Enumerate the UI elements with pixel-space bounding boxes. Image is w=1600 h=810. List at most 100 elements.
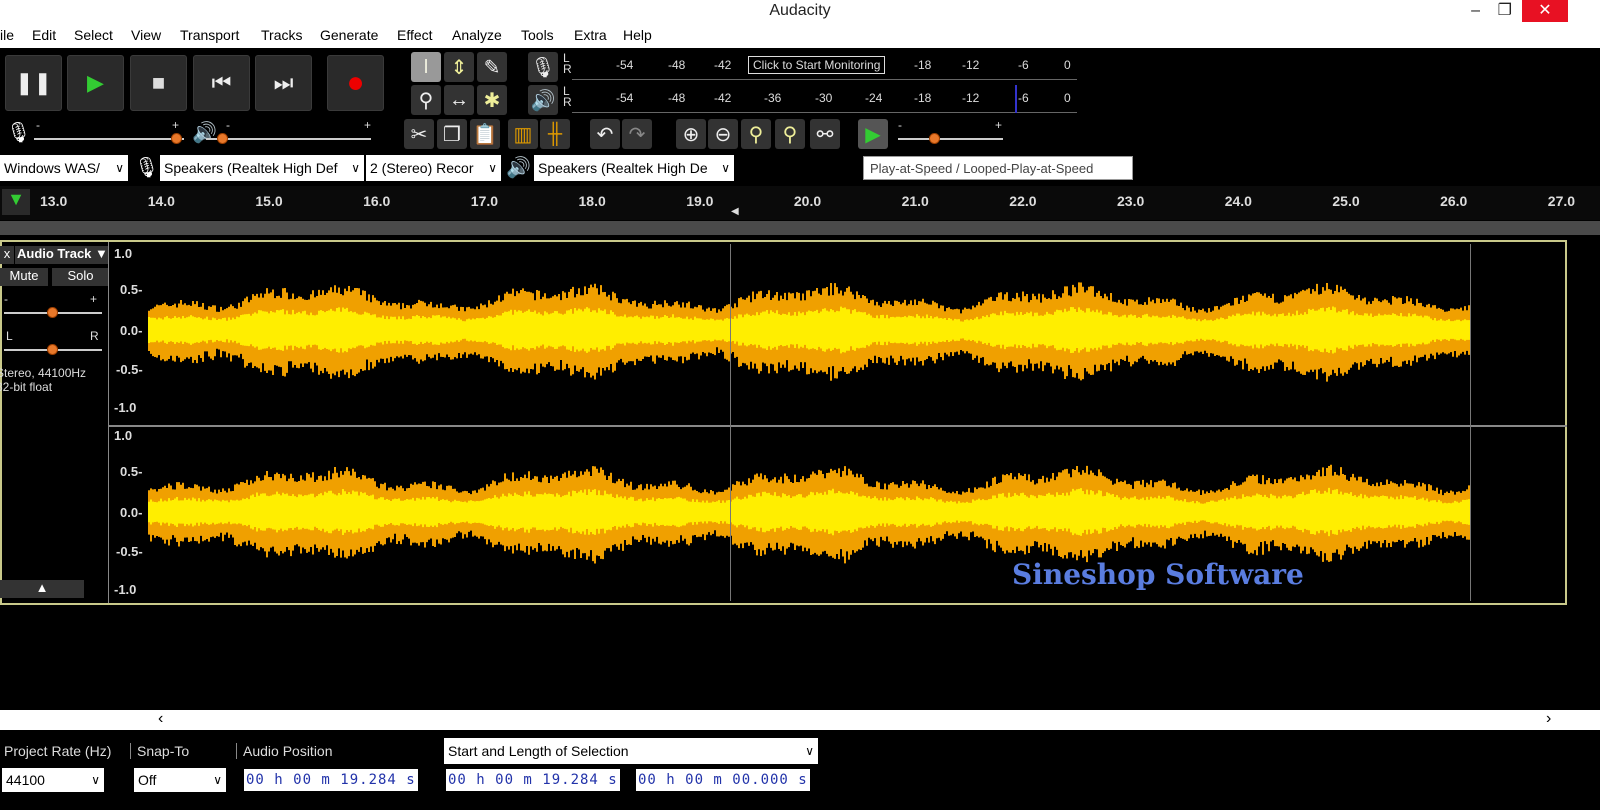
menu-extra[interactable]: Extra bbox=[574, 27, 607, 43]
snap-to-select[interactable]: Off ∨ bbox=[134, 768, 226, 792]
paste-button[interactable]: 📋 bbox=[470, 119, 500, 149]
timeline-ruler[interactable]: ▼ 13.0 14.0 15.0 16.0 17.0 18.0 19.0 20.0 21.0 22… bbox=[0, 186, 1600, 220]
draw-tool[interactable]: ✎ bbox=[477, 52, 507, 82]
timeline-options-button[interactable]: ▼ bbox=[2, 189, 30, 215]
fit-selection-icon: ⚲ bbox=[748, 123, 764, 146]
zoom-out-button[interactable]: ⊖ bbox=[708, 119, 738, 149]
play-button[interactable]: ▶ bbox=[67, 55, 124, 111]
playback-volume-slider[interactable] bbox=[206, 133, 371, 144]
recording-channels-select[interactable]: 2 (Stereo) Recor ∨ bbox=[366, 155, 501, 181]
meter-tick: -42 bbox=[714, 91, 732, 105]
menu-transport[interactable]: Transport bbox=[180, 27, 239, 43]
play-speed-slider[interactable] bbox=[898, 133, 1003, 144]
time-shift-tool[interactable]: ↔ bbox=[444, 85, 474, 115]
playback-meter[interactable]: -54 -48 -42 -36 -30 -24 -18 -12 -6 0 bbox=[572, 85, 1077, 113]
undo-button[interactable]: ↶ bbox=[590, 119, 620, 149]
menu-analyze[interactable]: Analyze bbox=[452, 27, 502, 43]
fit-selection-button[interactable]: ⚲ bbox=[741, 119, 771, 149]
selection-mode-select[interactable]: Start and Length of Selection ∨ bbox=[444, 738, 818, 764]
menu-generate[interactable]: Generate bbox=[320, 27, 378, 43]
meter-tick: -48 bbox=[668, 91, 686, 105]
envelope-tool[interactable]: ⇕ bbox=[444, 52, 474, 82]
audio-position-value[interactable]: 00 h 00 m 19.284 s bbox=[244, 769, 418, 791]
asterisk-icon: ✱ bbox=[483, 89, 501, 112]
record-meter[interactable]: -54 -48 -42 Click to Start Monitoring -1… bbox=[572, 52, 1077, 80]
menu-effect[interactable]: Effect bbox=[397, 27, 433, 43]
redo-button[interactable]: ↷ bbox=[622, 119, 652, 149]
ruler-tick-label: 20.0 bbox=[793, 193, 822, 209]
ruler-tick-label: 26.0 bbox=[1440, 193, 1468, 209]
project-rate-select[interactable]: 44100 ∨ bbox=[2, 768, 104, 792]
clipboard-icon: 📋 bbox=[472, 123, 498, 146]
slider-knob[interactable] bbox=[170, 133, 182, 144]
playback-device-value: Speakers (Realtek High De bbox=[538, 160, 708, 176]
cut-button[interactable]: ✂ bbox=[404, 119, 434, 149]
ruler-tick-label: 19.0 bbox=[686, 193, 714, 209]
magnifier-icon: ⚲ bbox=[418, 89, 434, 112]
chevron-down-icon: ∨ bbox=[721, 161, 730, 175]
record-meter-lr: LR bbox=[563, 52, 572, 75]
fit-project-button[interactable]: ⚲ bbox=[775, 119, 805, 149]
menu-view[interactable]: View bbox=[131, 27, 161, 43]
recording-device-select[interactable]: Speakers (Realtek High Def ∨ bbox=[160, 155, 364, 181]
audio-position-label: Audio Position bbox=[236, 743, 333, 759]
timeline-track-bar bbox=[0, 221, 1600, 235]
audio-host-select[interactable]: Windows WAS/ ∨ bbox=[0, 155, 128, 181]
menu-edit[interactable]: Edit bbox=[32, 27, 56, 43]
audio-host-value: Windows WAS/ bbox=[4, 160, 100, 176]
selection-length-value[interactable]: 00 h 00 m 00.000 s bbox=[636, 769, 810, 791]
meter-tick: -42 bbox=[714, 58, 732, 72]
skip-to-start-button[interactable]: ⏮ bbox=[193, 55, 250, 111]
silence-button[interactable]: ╫ bbox=[540, 119, 570, 149]
slider-knob[interactable] bbox=[216, 133, 228, 144]
stop-button[interactable]: ■ bbox=[130, 55, 187, 111]
meter-tick: -12 bbox=[962, 58, 980, 72]
stop-icon: ■ bbox=[151, 70, 166, 95]
ruler-tick-label: 15.0 bbox=[255, 193, 283, 209]
pause-button[interactable]: ❚❚ bbox=[5, 55, 62, 111]
selection-tool[interactable]: I bbox=[411, 52, 441, 82]
chevron-down-icon: ∨ bbox=[351, 161, 360, 175]
menu-tracks[interactable]: Tracks bbox=[261, 27, 302, 43]
redo-icon: ↷ bbox=[628, 123, 646, 146]
record-volume-slider[interactable] bbox=[34, 133, 184, 144]
slider-knob[interactable] bbox=[928, 133, 940, 144]
close-button[interactable]: ✕ bbox=[1522, 0, 1568, 22]
copy-button[interactable]: ❐ bbox=[437, 119, 467, 149]
selection-start-value[interactable]: 00 h 00 m 19.284 s bbox=[446, 769, 620, 791]
selection-start-field[interactable]: 00 h 00 m 19.284 s bbox=[446, 769, 620, 791]
trim-button[interactable]: ▥ bbox=[508, 119, 538, 149]
restore-button[interactable]: ❐ bbox=[1498, 0, 1512, 22]
start-monitoring-button[interactable]: Click to Start Monitoring bbox=[748, 56, 886, 74]
menu-select[interactable]: Select bbox=[74, 27, 113, 43]
horizontal-scrollbar[interactable]: ‹ › bbox=[0, 710, 1600, 730]
selection-length-field[interactable]: 00 h 00 m 00.000 s bbox=[636, 769, 810, 791]
record-meter-button[interactable]: 🎙 bbox=[528, 52, 558, 82]
menu-tools[interactable]: Tools bbox=[521, 27, 554, 43]
chevron-down-icon: ∨ bbox=[213, 773, 222, 787]
audio-position-field[interactable]: 00 h 00 m 19.284 s bbox=[244, 769, 418, 791]
microphone-icon: 🎙 bbox=[530, 56, 556, 79]
audio-track: x Audio Track ▼ Mute Solo - + L R Stereo… bbox=[0, 240, 1567, 605]
scroll-right-button[interactable]: › bbox=[1546, 710, 1551, 728]
play-head-marker: ◀ bbox=[731, 206, 739, 217]
microphone-icon: 🎙 bbox=[6, 122, 32, 144]
record-button[interactable]: ● bbox=[327, 55, 384, 111]
trim-icon: ▥ bbox=[513, 123, 533, 146]
zoom-toggle-button[interactable]: ⚯ bbox=[810, 119, 840, 149]
ruler-tick-label: 14.0 bbox=[147, 193, 175, 209]
snap-to-label: Snap-To bbox=[130, 743, 189, 759]
chevron-down-icon: ∨ bbox=[805, 744, 814, 758]
waveform[interactable] bbox=[2, 242, 1567, 603]
menu-help[interactable]: Help bbox=[623, 27, 652, 43]
scroll-left-button[interactable]: ‹ bbox=[158, 710, 163, 728]
playback-device-select[interactable]: Speakers (Realtek High De ∨ bbox=[534, 155, 734, 181]
play-meter-button[interactable]: 🔊 bbox=[528, 85, 558, 115]
zoom-tool[interactable]: ⚲ bbox=[411, 85, 441, 115]
minimize-button[interactable]: – bbox=[1471, 0, 1480, 22]
play-at-speed-button[interactable]: ▶ bbox=[858, 119, 888, 149]
menu-file[interactable]: ile bbox=[0, 27, 14, 43]
zoom-in-button[interactable]: ⊕ bbox=[676, 119, 706, 149]
skip-to-end-button[interactable]: ⏭ bbox=[255, 55, 312, 111]
multi-tool[interactable]: ✱ bbox=[477, 85, 507, 115]
